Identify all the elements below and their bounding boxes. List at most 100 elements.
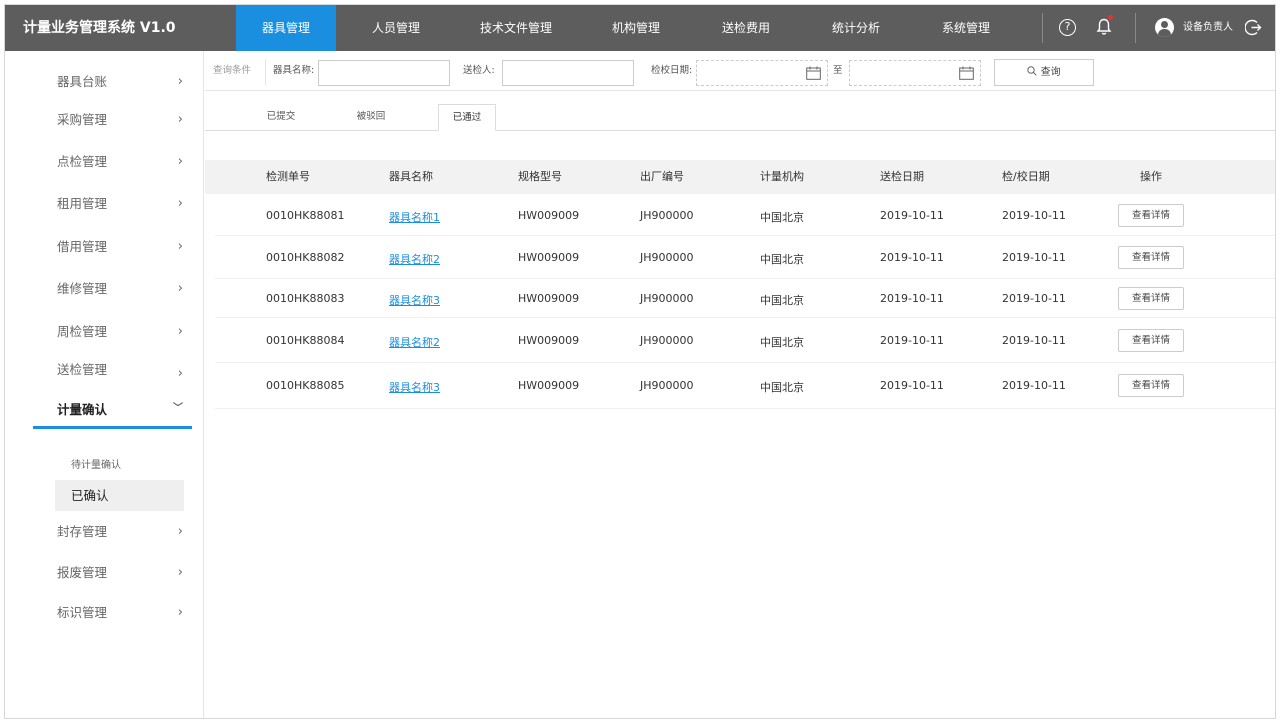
logout-icon[interactable]	[1245, 19, 1262, 36]
sidebar-item-label: 报废管理	[57, 565, 108, 580]
view-details-button[interactable]: 查看详情	[1118, 246, 1184, 269]
cell-send-date: 2019-10-11	[880, 209, 944, 222]
sidebar-item-label: 采购管理	[57, 112, 108, 127]
search-button[interactable]: 查询	[994, 59, 1094, 86]
filter-section-label: 查询条件	[213, 65, 252, 76]
view-details-button[interactable]: 查看详情	[1118, 204, 1184, 227]
sidebar-item-label: 封存管理	[57, 524, 108, 539]
column-header: 操作	[1140, 170, 1162, 183]
chevron-right-icon: ›	[177, 605, 183, 620]
sidebar-item-metrology-confirm[interactable]: 计量确认 ﹀	[57, 399, 189, 421]
instrument-name-link[interactable]: 器具名称3	[389, 292, 440, 308]
avatar[interactable]	[1155, 18, 1174, 37]
nav-item-statistics[interactable]: 统计分析	[796, 5, 916, 51]
sidebar-item-label: 器具台账	[57, 74, 108, 89]
search-icon	[1027, 66, 1038, 76]
sidebar-item-sealed[interactable]: 封存管理 ›	[57, 521, 189, 543]
nav-item-tech-docs[interactable]: 技术文件管理	[456, 5, 576, 51]
chevron-down-icon: ﹀	[173, 403, 183, 414]
cell-test-no: 0010HK88085	[266, 379, 345, 392]
sidebar-item-send-inspection[interactable]: 送检管理 ›	[57, 359, 189, 381]
nav-item-organizations[interactable]: 机构管理	[576, 5, 696, 51]
app-window: 计量业务管理系统 V1.0 器具管理 人员管理 技术文件管理 机构管理 送检费用…	[4, 4, 1276, 719]
column-header: 检测单号	[266, 170, 310, 183]
cell-model: HW009009	[518, 334, 580, 347]
calendar-icon[interactable]	[959, 66, 974, 80]
sidebar-item-repair[interactable]: 维修管理 ›	[57, 278, 189, 300]
chevron-right-icon: ›	[177, 324, 183, 339]
column-header: 送检日期	[880, 170, 924, 183]
instrument-name-link[interactable]: 器具名称2	[389, 251, 440, 267]
chevron-right-icon: ›	[177, 281, 183, 296]
help-icon[interactable]: ?	[1059, 19, 1076, 36]
chevron-right-icon: ›	[177, 524, 183, 539]
cell-test-no: 0010HK88083	[266, 292, 345, 305]
cell-test-no: 0010HK88081	[266, 209, 345, 222]
app-title: 计量业务管理系统 V1.0	[23, 20, 176, 36]
filter-divider	[265, 59, 266, 85]
cell-calibration-date: 2019-10-11	[1002, 251, 1066, 264]
column-header: 器具名称	[389, 170, 433, 183]
view-details-button[interactable]: 查看详情	[1118, 287, 1184, 310]
table-row: 0010HK88084 器具名称2 HW009009 JH900000 中国北京 2019…	[215, 318, 1275, 363]
table-row: 0010HK88082 器具名称2 HW009009 JH900000 中国北京 2019…	[215, 236, 1275, 279]
cell-calibration-date: 2019-10-11	[1002, 334, 1066, 347]
tab-submitted[interactable]: 已提交	[251, 104, 311, 131]
cell-send-date: 2019-10-11	[880, 334, 944, 347]
instrument-name-link[interactable]: 器具名称3	[389, 379, 440, 395]
cell-agency: 中国北京	[760, 253, 804, 266]
calendar-icon[interactable]	[806, 66, 821, 80]
cell-test-no: 0010HK88084	[266, 334, 345, 347]
sidebar-item-purchase[interactable]: 采购管理 ›	[57, 109, 189, 131]
sender-input[interactable]	[502, 60, 634, 86]
cell-agency: 中国北京	[760, 381, 804, 394]
tab-approved[interactable]: 已通过	[438, 104, 496, 131]
instrument-name-input[interactable]	[318, 60, 450, 86]
view-details-button[interactable]: 查看详情	[1118, 329, 1184, 352]
column-header: 计量机构	[760, 170, 804, 183]
cell-agency: 中国北京	[760, 294, 804, 307]
nav-item-inspection-fees[interactable]: 送检费用	[696, 5, 796, 51]
tab-rejected[interactable]: 被驳回	[341, 104, 401, 131]
sidebar-subitem-pending[interactable]: 待计量确认	[71, 456, 121, 471]
chevron-right-icon: ›	[177, 196, 183, 211]
nav-item-system[interactable]: 系统管理	[916, 5, 1016, 51]
nav-item-instruments[interactable]: 器具管理	[236, 5, 336, 51]
search-button-label: 查询	[1040, 67, 1061, 78]
sidebar-item-ledger[interactable]: 器具台账 ›	[57, 71, 189, 93]
table-row: 0010HK88083 器具名称3 HW009009 JH900000 中国北京 2019…	[215, 279, 1275, 318]
cell-model: HW009009	[518, 379, 580, 392]
instrument-name-link[interactable]: 器具名称1	[389, 209, 440, 225]
sidebar-item-borrow[interactable]: 借用管理 ›	[57, 236, 189, 258]
top-navbar: 计量业务管理系统 V1.0 器具管理 人员管理 技术文件管理 机构管理 送检费用…	[5, 5, 1275, 51]
sidebar-item-periodic-check[interactable]: 周检管理 ›	[57, 321, 189, 343]
cell-send-date: 2019-10-11	[880, 292, 944, 305]
cell-send-date: 2019-10-11	[880, 251, 944, 264]
sidebar-item-spot-check[interactable]: 点检管理 ›	[57, 151, 189, 173]
nav-item-personnel[interactable]: 人员管理	[336, 5, 456, 51]
date-start-field[interactable]	[696, 60, 828, 86]
sidebar: 器具台账 › 采购管理 › 点检管理 › 租用管理 › 借用管理 › 维修管理 › 周检管理…	[5, 51, 204, 718]
view-details-button[interactable]: 查看详情	[1118, 374, 1184, 397]
cell-serial-no: JH900000	[640, 334, 694, 347]
sidebar-item-labels[interactable]: 标识管理 ›	[57, 602, 189, 624]
sidebar-subitem-confirmed[interactable]: 已确认	[55, 480, 184, 511]
bell-icon[interactable]	[1096, 18, 1112, 36]
instrument-name-link[interactable]: 器具名称2	[389, 334, 440, 350]
column-header: 检/校日期	[1002, 170, 1050, 183]
sidebar-item-label: 标识管理	[57, 605, 108, 620]
sidebar-item-label: 送检管理	[57, 362, 108, 377]
date-end-field[interactable]	[849, 60, 981, 86]
instrument-name-label: 器具名称:	[273, 65, 315, 76]
user-name[interactable]: 设备负责人	[1183, 5, 1233, 51]
nav-divider	[1135, 13, 1136, 43]
sidebar-item-rental[interactable]: 租用管理 ›	[57, 193, 189, 215]
cell-serial-no: JH900000	[640, 379, 694, 392]
sender-label: 送检人:	[463, 65, 495, 76]
column-header: 规格型号	[518, 170, 562, 183]
column-header: 出厂编号	[640, 170, 684, 183]
cell-serial-no: JH900000	[640, 251, 694, 264]
cell-model: HW009009	[518, 209, 580, 222]
sidebar-item-scrap[interactable]: 报废管理 ›	[57, 562, 189, 584]
cell-calibration-date: 2019-10-11	[1002, 209, 1066, 222]
